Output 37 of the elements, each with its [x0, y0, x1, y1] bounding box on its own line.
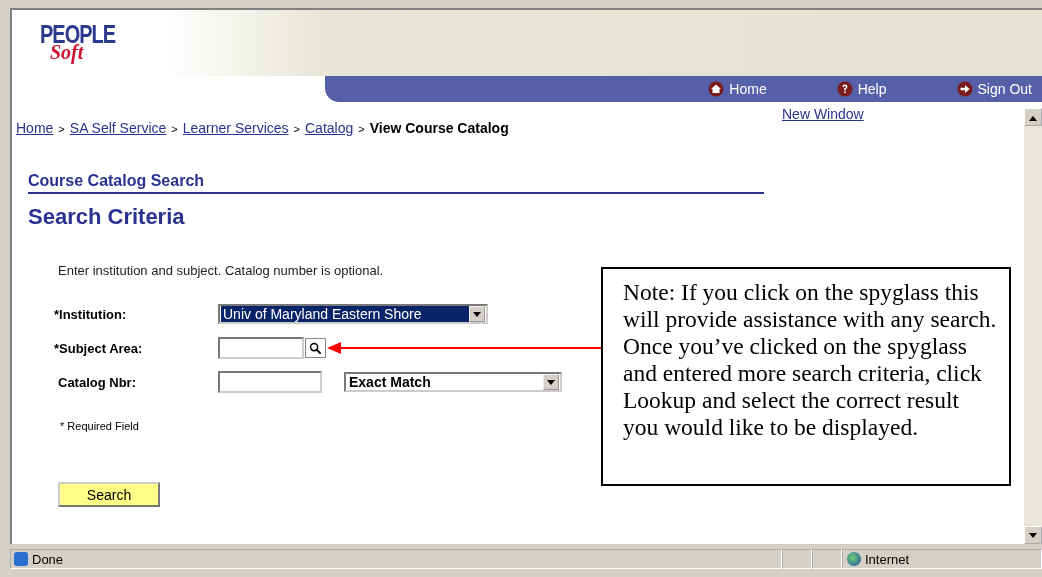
page-icon — [14, 552, 28, 566]
breadcrumb-link[interactable]: Home — [16, 120, 54, 136]
breadcrumb-separator: > — [58, 123, 65, 135]
globe-icon — [847, 552, 861, 566]
field-label: *Subject Area: — [54, 340, 144, 356]
status-text: Done — [32, 551, 64, 567]
field-label: *Institution: — [54, 306, 128, 322]
breadcrumb-current: View Course Catalog — [369, 120, 509, 136]
scroll-down-icon[interactable] — [1024, 526, 1042, 544]
scroll-up-icon[interactable] — [1024, 108, 1042, 126]
institution-dropdown[interactable]: Univ of Maryland Eastern Shore — [218, 304, 488, 324]
new-window-link[interactable]: New Window — [782, 106, 864, 122]
breadcrumb-separator: > — [171, 123, 178, 135]
search-icon[interactable] — [305, 338, 326, 358]
breadcrumb-separator: > — [358, 123, 365, 135]
nav-link[interactable]: Help — [836, 81, 887, 97]
logo: PEOPLE Soft — [40, 24, 116, 62]
home-icon — [708, 81, 725, 97]
scrollbar[interactable] — [1024, 108, 1042, 544]
nav-link[interactable]: Sign Out — [956, 81, 1032, 97]
catalog-number-field[interactable] — [218, 371, 322, 393]
page-title: Search Criteria — [28, 204, 185, 230]
section-title: Course Catalog Search — [28, 172, 764, 194]
required-note: * Required Field — [60, 420, 139, 432]
nav-link[interactable]: Home — [708, 81, 767, 97]
callout-note: Note: If you click on the spyglass this will provide assistance with any search. Once you’ve clicked on the spyglass and entered more search criteria, click Lookup and select the correct result you would like to be displayed. — [601, 267, 1011, 486]
search-button[interactable]: Search — [58, 482, 160, 507]
breadcrumb-link[interactable]: Catalog — [305, 120, 354, 136]
breadcrumb-link[interactable]: SA Self Service — [69, 120, 167, 136]
zone-text: Internet — [865, 551, 910, 567]
instructions: Enter institution and subject. Catalog number is optional. — [58, 263, 384, 278]
subject-area-field[interactable] — [218, 337, 304, 359]
breadcrumb-link[interactable]: Learner Services — [182, 120, 289, 136]
field-label: Catalog Nbr: — [57, 374, 137, 390]
help-icon — [836, 81, 853, 97]
breadcrumb-separator: > — [293, 123, 300, 135]
match-dropdown[interactable]: Exact Match — [344, 372, 562, 392]
